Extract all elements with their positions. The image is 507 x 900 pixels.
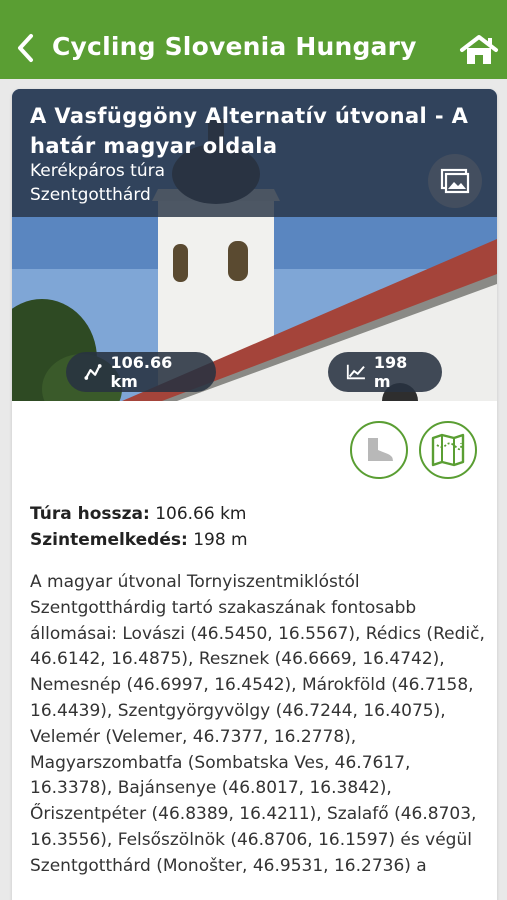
elevation-chart-icon xyxy=(346,364,365,380)
length-value: 106.66 km xyxy=(155,504,247,524)
tour-location: Szentgotthárd xyxy=(30,185,151,205)
length-label: Túra hossza: xyxy=(30,504,150,524)
length-row: Túra hossza: 106.66 km xyxy=(30,501,248,527)
elevation-badge: 198 m xyxy=(328,352,442,392)
chevron-left-icon[interactable] xyxy=(12,30,40,66)
gallery-icon xyxy=(440,168,470,194)
tour-stats: Túra hossza: 106.66 km Szintemelkedés: 1… xyxy=(30,501,248,553)
boot-icon xyxy=(368,438,393,461)
elevation-badge-value: 198 m xyxy=(373,353,408,391)
route-icon xyxy=(84,364,102,380)
tour-hero-image[interactable]: A Vasfüggöny Alternatív útvonal - A hatá… xyxy=(12,89,497,401)
length-badge: 106.66 km xyxy=(66,352,216,392)
app-bar: Cycling Slovenia Hungary xyxy=(0,0,507,79)
length-badge-value: 106.66 km xyxy=(110,353,173,391)
tour-subtitle: Kerékpáros túra Szentgotthárd xyxy=(30,159,165,207)
map-icon xyxy=(431,433,465,467)
tour-card: A Vasfüggöny Alternatív útvonal - A hatá… xyxy=(12,89,497,900)
map-button[interactable] xyxy=(419,421,477,479)
elevation-row: Szintemelkedés: 198 m xyxy=(30,527,248,553)
elevation-label: Szintemelkedés: xyxy=(30,530,188,550)
tour-description: A magyar útvonal Tornyiszentmiklóstól Sz… xyxy=(30,572,485,876)
tour-title: A Vasfüggöny Alternatív útvonal - A hatá… xyxy=(30,104,469,158)
app-title: Cycling Slovenia Hungary xyxy=(52,32,417,61)
tour-type: Kerékpáros túra xyxy=(30,161,166,181)
gallery-button[interactable] xyxy=(428,154,482,208)
home-icon[interactable] xyxy=(459,34,499,66)
walk-mode-button[interactable] xyxy=(350,421,408,479)
elevation-value: 198 m xyxy=(193,530,248,550)
